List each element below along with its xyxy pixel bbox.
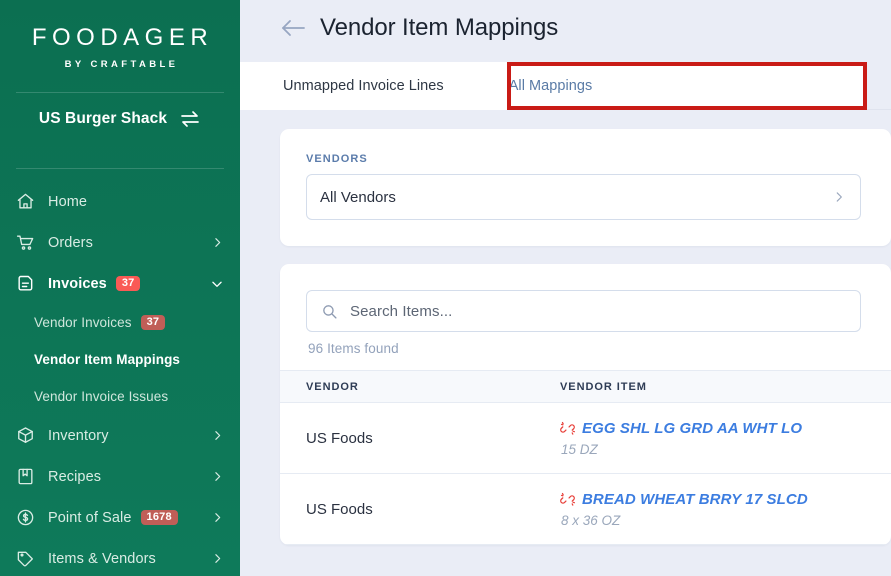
item-size: 8 x 36 OZ <box>561 512 621 528</box>
sidebar-badge-vendor-invoices: 37 <box>140 314 166 331</box>
chevron-right-icon[interactable] <box>211 470 224 483</box>
sidebar-item-items-and-vendors[interactable]: Items & Vendors <box>0 538 240 576</box>
sidebar-item-label: Point of Sale <box>48 509 132 526</box>
chevron-right-icon[interactable] <box>211 429 224 442</box>
invoice-document-icon <box>12 274 38 294</box>
sidebar: FOODAGER BY CRAFTABLE US Burger Shack Ho… <box>0 0 240 576</box>
unlink-icon <box>560 492 575 507</box>
brand-name: FOODAGER <box>31 24 214 51</box>
tab-unmapped-invoice-lines[interactable]: Unmapped Invoice Lines <box>283 78 444 94</box>
cart-icon <box>12 233 38 252</box>
unlink-icon <box>560 421 575 436</box>
sidebar-item-invoices[interactable]: Invoices 37 <box>0 263 240 304</box>
sidebar-item-vendor-invoice-issues[interactable]: Vendor Invoice Issues <box>0 378 240 415</box>
vendors-label: VENDORS <box>306 153 368 165</box>
tab-bar-underline <box>867 109 891 110</box>
sidebar-item-recipes[interactable]: Recipes <box>0 456 240 497</box>
sidebar-item-inventory[interactable]: Inventory <box>0 415 240 456</box>
sidebar-item-vendor-invoices[interactable]: Vendor Invoices 37 <box>0 304 240 341</box>
cell-vendor: US Foods <box>306 429 373 447</box>
content-area: VENDORS All Vendors Search Items... 96 I… <box>240 111 891 545</box>
items-found-count: 96 Items found <box>308 341 399 356</box>
sidebar-subitem-label: Vendor Invoice Issues <box>34 389 169 404</box>
cell-vendor-item: EGG SHL LG GRD AA WHT LO 15 DZ <box>560 420 891 457</box>
dollar-circle-icon <box>12 508 38 527</box>
swap-arrows-icon[interactable] <box>179 110 201 128</box>
sidebar-item-label: Items & Vendors <box>48 550 156 567</box>
cell-vendor-item: BREAD WHEAT BRRY 17 SLCD 8 x 36 OZ <box>560 491 891 528</box>
sidebar-item-home[interactable]: Home <box>0 181 240 222</box>
sidebar-item-label: Orders <box>48 234 93 251</box>
tab-bar-wrapper: Unmapped Invoice Lines All Mappings <box>240 55 891 111</box>
brand-logo: FOODAGER BY CRAFTABLE <box>0 0 240 70</box>
store-switcher[interactable]: US Burger Shack <box>0 93 240 146</box>
tab-bar: Unmapped Invoice Lines All Mappings <box>240 62 867 110</box>
main-content: Vendor Item Mappings Unmapped Invoice Li… <box>240 0 891 576</box>
item-name-line: BREAD WHEAT BRRY 17 SLCD <box>560 491 891 508</box>
item-name[interactable]: EGG SHL LG GRD AA WHT LO <box>582 420 802 437</box>
sidebar-item-orders[interactable]: Orders <box>0 222 240 263</box>
vendors-card: VENDORS All Vendors <box>280 129 891 246</box>
sidebar-item-label: Home <box>48 193 88 210</box>
sidebar-subitem-label: Vendor Item Mappings <box>34 352 181 367</box>
search-input[interactable]: Search Items... <box>306 290 861 332</box>
items-list-card: Search Items... 96 Items found VENDOR VE… <box>280 264 891 545</box>
search-icon <box>321 303 338 320</box>
table-header: VENDOR VENDOR ITEM <box>280 370 891 403</box>
sidebar-item-vendor-item-mappings[interactable]: Vendor Item Mappings <box>0 341 240 378</box>
chevron-right-icon[interactable] <box>211 552 224 565</box>
tab-all-mappings[interactable]: All Mappings <box>509 78 593 94</box>
sidebar-item-point-of-sale[interactable]: Point of Sale 1678 <box>0 497 240 538</box>
sidebar-badge-point-of-sale: 1678 <box>140 509 178 526</box>
search-placeholder: Search Items... <box>350 302 453 320</box>
box-icon <box>12 426 38 445</box>
sidebar-subitem-label: Vendor Invoices <box>34 315 132 330</box>
column-header-vendor-item: VENDOR ITEM <box>560 380 647 393</box>
item-size: 15 DZ <box>561 441 598 457</box>
sidebar-item-label: Inventory <box>48 427 109 444</box>
sidebar-item-label: Invoices <box>48 275 107 292</box>
item-name-line: EGG SHL LG GRD AA WHT LO <box>560 420 891 437</box>
sidebar-badge-invoices: 37 <box>115 275 141 292</box>
vendor-select-value: All Vendors <box>320 188 396 206</box>
column-header-vendor: VENDOR <box>306 380 359 393</box>
item-name[interactable]: BREAD WHEAT BRRY 17 SLCD <box>582 491 808 508</box>
table-row[interactable]: US Foods EGG SHL LG GRD AA WHT LO 15 DZ <box>280 403 891 474</box>
cell-vendor: US Foods <box>306 500 373 518</box>
store-name: US Burger Shack <box>38 110 168 127</box>
book-icon <box>12 467 38 486</box>
sidebar-item-label: Recipes <box>48 468 102 485</box>
chevron-down-icon[interactable] <box>210 277 224 291</box>
page-header: Vendor Item Mappings <box>240 0 891 55</box>
brand-subtitle: BY CRAFTABLE <box>64 59 179 70</box>
chevron-right-icon[interactable] <box>211 511 224 524</box>
home-icon <box>12 192 38 211</box>
chevron-right-icon[interactable] <box>211 236 224 249</box>
app-window: FOODAGER BY CRAFTABLE US Burger Shack Ho… <box>0 0 891 576</box>
vendor-select[interactable]: All Vendors <box>306 174 861 220</box>
tag-icon <box>12 549 38 568</box>
page-title: Vendor Item Mappings <box>320 13 559 41</box>
arrow-left-icon[interactable] <box>280 18 306 38</box>
search-area: Search Items... 96 Items found <box>280 264 891 370</box>
chevron-right-icon[interactable] <box>832 190 846 204</box>
table-row[interactable]: US Foods BREAD WHEAT BRRY 17 SLCD 8 x 36… <box>280 474 891 545</box>
sidebar-nav: Home Orders Invoices 37 Vendor Invoices … <box>0 169 240 576</box>
